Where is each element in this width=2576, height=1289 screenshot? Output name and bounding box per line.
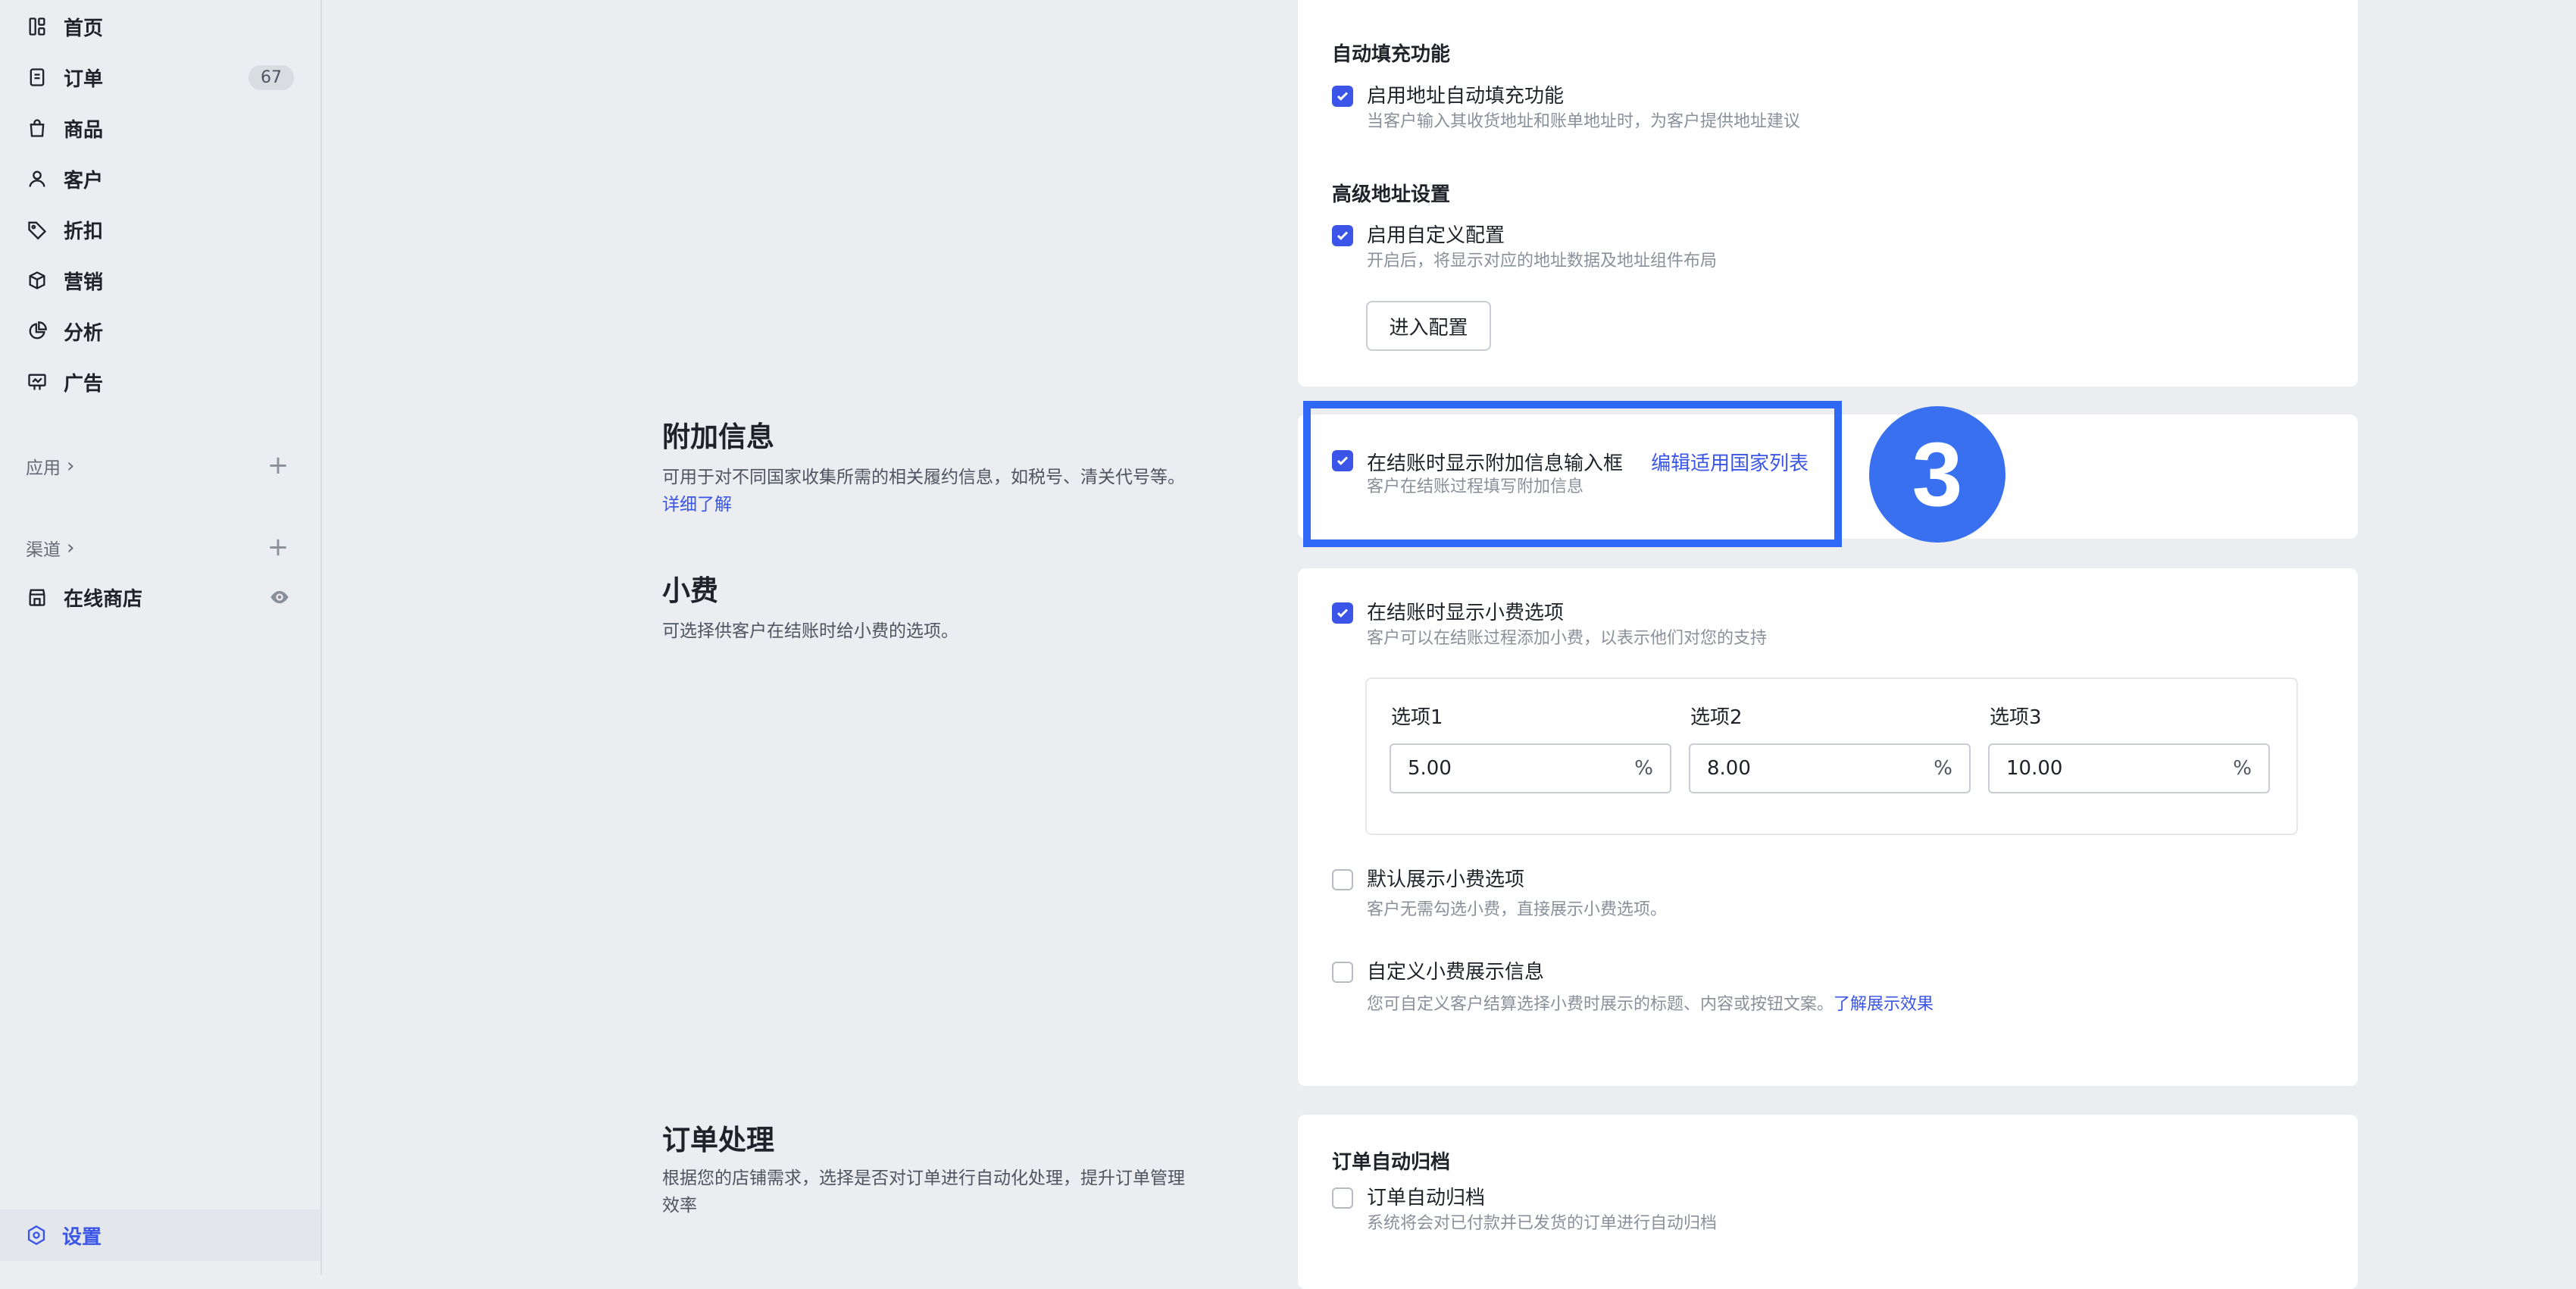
default-tips-checkbox-label: 默认展示小费选项 (1367, 868, 1525, 891)
auto-archive-checkbox-label: 订单自动归档 (1367, 1187, 1486, 1209)
sidebar-item-label: 订单 (64, 67, 104, 91)
order-processing-title: 订单处理 (662, 1124, 774, 1156)
billboard-icon (26, 371, 48, 393)
sidebar-item-label: 营销 (64, 271, 104, 294)
apps-group-label[interactable]: 应用 › (26, 453, 74, 479)
custom-tips-checkbox[interactable] (1332, 962, 1353, 983)
orders-icon (26, 66, 48, 89)
custom-config-checkbox-label: 启用自定义配置 (1367, 224, 1505, 247)
tips-card: 在结账时显示小费选项 客户可以在结账过程添加小费，以表示他们对您的支持 选项1 … (1298, 568, 2358, 1086)
sidebar-item-products[interactable]: 商品 (0, 103, 322, 153)
autofill-option: 启用地址自动填充功能 当客户输入其收货地址和账单地址时，为客户提供地址建议 (1332, 83, 1800, 135)
sidebar-item-label: 折扣 (64, 220, 104, 243)
default-tips-checkbox-hint: 客户无需勾选小费，直接展示小费选项。 (1367, 900, 1668, 919)
default-tips-checkbox[interactable] (1332, 869, 1353, 890)
custom-tips-checkbox-label: 自定义小费展示信息 (1367, 961, 1545, 984)
tip-option-3-input[interactable]: 10.00 % (1988, 743, 2270, 793)
auto-archive-heading: 订单自动归档 (1332, 1151, 1451, 1174)
learn-more-link[interactable]: 详细了解 (662, 495, 732, 515)
eye-icon[interactable] (267, 587, 292, 613)
step-highlight-frame (1303, 401, 1842, 547)
tip-option-2-input[interactable]: 8.00 % (1689, 743, 1971, 793)
sidebar-item-discounts[interactable]: 折扣 (0, 205, 322, 255)
add-app-icon[interactable]: + (267, 452, 289, 478)
custom-tips-checkbox-hint: 您可自定义客户结算选择小费时展示的标题、内容或按钮文案。 (1367, 995, 1834, 1014)
tip-option-3-label: 选项3 (1990, 706, 2042, 729)
cube-icon (26, 269, 48, 292)
sidebar-item-ads[interactable]: 广告 (0, 357, 322, 407)
step-number-badge: 3 (1869, 406, 2005, 543)
shopping-bag-icon (26, 117, 48, 139)
sidebar-item-label: 客户 (64, 169, 104, 192)
autofill-checkbox[interactable] (1332, 86, 1353, 107)
tip-options-box: 选项1 5.00 % 选项2 8.00 % 选项3 10.00 % (1365, 677, 2298, 835)
store-icon (26, 586, 48, 609)
custom-config-option: 启用自定义配置 开启后，将显示对应的地址数据及地址组件布局 (1332, 223, 1717, 274)
address-settings-card: 自动填充功能 启用地址自动填充功能 当客户输入其收货地址和账单地址时，为客户提供… (1298, 0, 2358, 386)
chevron-right-icon: › (67, 537, 75, 559)
orders-count-badge: 67 (249, 65, 294, 90)
advanced-address-heading: 高级地址设置 (1332, 183, 1451, 206)
chevron-right-icon: › (67, 455, 75, 477)
home-icon (26, 15, 48, 38)
sidebar-item-label: 广告 (64, 372, 104, 396)
order-processing-card: 订单自动归档 订单自动归档 系统将会对已付款并已发货的订单进行自动归档 (1298, 1115, 2358, 1289)
custom-config-checkbox-hint: 开启后，将显示对应的地址数据及地址组件布局 (1367, 252, 1718, 271)
custom-tips-option: 自定义小费展示信息 您可自定义客户结算选择小费时展示的标题、内容或按钮文案。了解… (1332, 959, 1934, 1025)
auto-archive-checkbox[interactable] (1332, 1187, 1353, 1209)
learn-display-effect-link[interactable]: 了解展示效果 (1834, 995, 1934, 1014)
autofill-heading: 自动填充功能 (1332, 43, 1451, 66)
additional-info-desc: 可用于对不同国家收集所需的相关履约信息，如税号、清关代号等。详细了解 (662, 468, 1185, 515)
show-tips-checkbox[interactable] (1332, 602, 1353, 624)
sidebar-item-label: 首页 (64, 17, 104, 40)
add-channel-icon[interactable]: + (267, 534, 289, 560)
autofill-checkbox-label: 启用地址自动填充功能 (1367, 85, 1565, 108)
tips-desc: 可选择供客户在结账时给小费的选项。 (662, 621, 958, 641)
sidebar-item-analytics[interactable]: 分析 (0, 306, 322, 356)
order-processing-desc: 根据您的店铺需求，选择是否对订单进行自动化处理，提升订单管理效率 (662, 1169, 1185, 1215)
sidebar-item-label: 在线商店 (64, 587, 143, 611)
sidebar-item-label: 分析 (64, 321, 104, 345)
sidebar-item-customers[interactable]: 客户 (0, 154, 322, 204)
auto-archive-checkbox-hint: 系统将会对已付款并已发货的订单进行自动归档 (1367, 1214, 1718, 1233)
autofill-checkbox-hint: 当客户输入其收货地址和账单地址时，为客户提供地址建议 (1367, 112, 1801, 131)
default-tips-option: 默认展示小费选项 客户无需勾选小费，直接展示小费选项。 (1332, 867, 1667, 928)
user-icon (26, 167, 48, 190)
pie-chart-icon (26, 320, 48, 343)
channels-group-label[interactable]: 渠道 › (26, 535, 74, 561)
enter-config-button[interactable]: 进入配置 (1366, 301, 1491, 351)
sidebar-item-label: 商品 (64, 118, 104, 142)
custom-config-checkbox[interactable] (1332, 225, 1353, 246)
sidebar-item-marketing[interactable]: 营销 (0, 255, 322, 305)
sidebar: 首页 订单 67 商品 客户 折扣 营销 分析 广告 应用 › + 渠道 › + (0, 0, 322, 1275)
show-tips-checkbox-hint: 客户可以在结账过程添加小费，以表示他们对您的支持 (1367, 629, 1768, 648)
tag-icon (26, 218, 48, 241)
tip-option-1-label: 选项1 (1391, 706, 1443, 729)
show-tips-option: 在结账时显示小费选项 客户可以在结账过程添加小费，以表示他们对您的支持 (1332, 600, 1767, 652)
sidebar-item-home[interactable]: 首页 (0, 2, 322, 52)
sidebar-item-orders[interactable]: 订单 67 (0, 52, 322, 102)
sidebar-item-online-store[interactable]: 在线商店 (0, 572, 322, 622)
tip-option-2-label: 选项2 (1690, 706, 1743, 729)
auto-archive-option: 订单自动归档 系统将会对已付款并已发货的订单进行自动归档 (1332, 1185, 1717, 1237)
tips-title: 小费 (662, 574, 718, 607)
settings-icon (26, 1225, 47, 1246)
sidebar-item-settings[interactable]: 设置 (0, 1209, 320, 1261)
show-tips-checkbox-label: 在结账时显示小费选项 (1367, 602, 1565, 624)
additional-info-title: 附加信息 (662, 421, 774, 453)
tip-option-1-input[interactable]: 5.00 % (1390, 743, 1671, 793)
